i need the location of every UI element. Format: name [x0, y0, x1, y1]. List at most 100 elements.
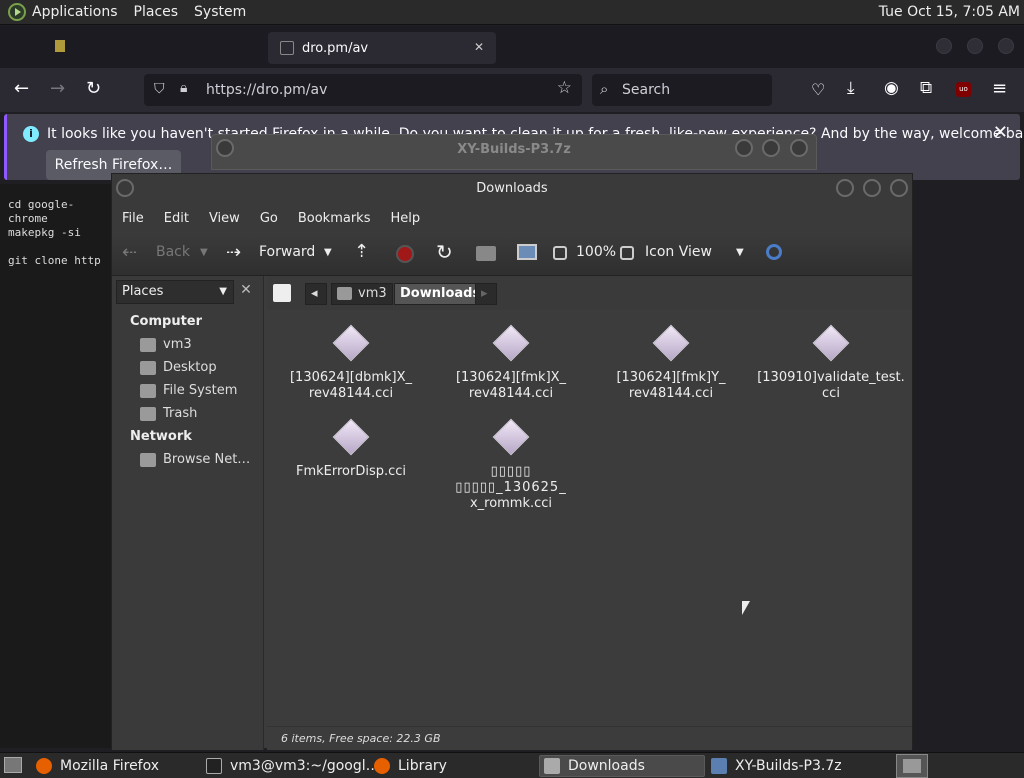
- up-arrow-icon[interactable]: ⇡: [354, 241, 369, 262]
- url-bar[interactable]: ⛉ 🔒︎ https://dro.pm/av ☆: [144, 74, 582, 106]
- bookmark-star-icon[interactable]: ☆: [557, 78, 572, 98]
- sidebar-item-trash[interactable]: Trash: [140, 406, 197, 421]
- menu-go[interactable]: Go: [260, 211, 278, 226]
- lock-icon[interactable]: 🔒︎: [180, 80, 187, 96]
- taskbar-item-downloads[interactable]: Downloads: [539, 755, 705, 777]
- sidebar-item-filesystem[interactable]: File System: [140, 383, 237, 398]
- zoom-in-icon[interactable]: [620, 246, 634, 260]
- stop-icon[interactable]: [396, 245, 414, 263]
- file-name: rev48144.cci: [628, 386, 714, 401]
- computer-icon[interactable]: [517, 244, 537, 260]
- close-window-icon[interactable]: [998, 38, 1014, 54]
- view-mode-select[interactable]: Icon View: [645, 244, 712, 260]
- mouse-cursor-icon: [742, 601, 750, 615]
- back-button[interactable]: Back: [156, 244, 190, 260]
- search-icon[interactable]: [766, 244, 782, 260]
- file-item[interactable]: [130624][fmk]X_ rev48144.cci: [436, 322, 586, 402]
- window-titlebar[interactable]: Downloads: [112, 174, 912, 204]
- file-item[interactable]: [130624][fmk]Y_ rev48144.cci: [596, 322, 746, 402]
- url-text[interactable]: https://dro.pm/av: [206, 82, 327, 98]
- file-name: cci: [822, 386, 840, 401]
- menu-hamburger-icon[interactable]: ≡: [992, 78, 1007, 99]
- zoom-level[interactable]: 100%: [576, 244, 616, 260]
- back-arrow-icon[interactable]: ⇠: [122, 242, 137, 263]
- xy-builds-window-titlebar[interactable]: XY-Builds-P3.7z: [211, 134, 817, 170]
- background-tab[interactable]: [55, 40, 235, 54]
- back-dropdown-icon[interactable]: ▼: [200, 247, 208, 258]
- home-folder-icon[interactable]: [476, 246, 496, 261]
- tab-dro-pm[interactable]: dro.pm/av ✕: [268, 32, 496, 64]
- status-text: 6 items, Free space: 22.3 GB: [281, 732, 441, 745]
- cci-file-icon: [812, 324, 850, 362]
- pocket-icon[interactable]: ♡: [811, 80, 825, 99]
- sidebar-item-browse-network[interactable]: Browse Net…: [140, 452, 250, 467]
- taskbar-item-xy-builds[interactable]: XY-Builds-P3.7z: [711, 755, 842, 777]
- path-left-arrow-icon[interactable]: ◂: [305, 283, 327, 305]
- downloads-icon[interactable]: ⤓: [847, 78, 855, 98]
- home-icon: [337, 287, 352, 300]
- sidebar-item-vm3[interactable]: vm3: [140, 337, 192, 352]
- search-bar[interactable]: ⌕ Search: [592, 74, 772, 106]
- window-menu-icon[interactable]: [216, 139, 234, 157]
- minimize-icon[interactable]: [936, 38, 952, 54]
- tab-close-icon[interactable]: ✕: [474, 40, 484, 54]
- taskbar-item-label: XY-Builds-P3.7z: [735, 758, 842, 774]
- menu-bookmarks[interactable]: Bookmarks: [298, 211, 371, 226]
- file-item[interactable]: [130910]validate_test. cci: [756, 322, 906, 402]
- sidebar-close-icon[interactable]: ✕: [236, 282, 256, 302]
- sidebar-type-select[interactable]: Places ▼: [116, 280, 234, 304]
- extensions-icon[interactable]: ⧉: [920, 78, 932, 98]
- applications-menu[interactable]: Applications: [32, 4, 118, 20]
- edit-location-icon[interactable]: [273, 284, 291, 302]
- maximize-icon[interactable]: [967, 38, 983, 54]
- menu-help[interactable]: Help: [390, 211, 420, 226]
- taskbar-item-firefox[interactable]: Mozilla Firefox: [36, 755, 159, 777]
- maximize-icon[interactable]: [863, 179, 881, 197]
- view-dropdown-icon[interactable]: ▼: [736, 247, 744, 258]
- reload-icon[interactable]: ↻: [436, 240, 453, 264]
- workspace-switcher[interactable]: [896, 754, 928, 778]
- forward-arrow-icon[interactable]: ⇢: [226, 242, 241, 263]
- ublock-icon[interactable]: uo: [956, 82, 971, 97]
- home-icon: [140, 337, 156, 352]
- notice-close-icon[interactable]: ✕: [993, 122, 1008, 143]
- maximize-icon[interactable]: [762, 139, 780, 157]
- sidebar-item-desktop[interactable]: Desktop: [140, 360, 217, 375]
- path-right-arrow-icon[interactable]: ▸: [475, 283, 497, 305]
- terminal-window[interactable]: cd google-chrome makepkg -si git clone h…: [0, 184, 112, 748]
- window-menu-icon[interactable]: [116, 179, 134, 197]
- show-desktop-icon[interactable]: [4, 757, 22, 773]
- minimize-icon[interactable]: [836, 179, 854, 197]
- forward-dropdown-icon[interactable]: ▼: [324, 247, 332, 258]
- search-icon: ⌕: [600, 80, 609, 98]
- file-item[interactable]: [130624][dbmk]X_ rev48144.cci: [276, 322, 426, 402]
- back-arrow-icon[interactable]: ←: [14, 78, 29, 99]
- reload-icon[interactable]: ↻: [86, 78, 101, 99]
- tab-favicon-icon: [55, 40, 65, 52]
- file-item[interactable]: FmkErrorDisp.cci: [276, 416, 426, 480]
- file-view[interactable]: [130624][dbmk]X_ rev48144.cci [130624][f…: [267, 310, 912, 724]
- forward-button[interactable]: Forward: [259, 244, 315, 260]
- path-button-downloads[interactable]: Downloads: [394, 283, 487, 305]
- taskbar-item-library[interactable]: Library: [374, 755, 447, 777]
- close-window-icon[interactable]: [790, 139, 808, 157]
- shield-icon[interactable]: ⛉: [154, 81, 165, 97]
- places-menu[interactable]: Places: [134, 4, 179, 20]
- desktop-folder-icon: [140, 360, 156, 375]
- terminal-icon: [206, 758, 222, 774]
- zoom-out-icon[interactable]: [553, 246, 567, 260]
- minimize-icon[interactable]: [735, 139, 753, 157]
- menu-file[interactable]: File: [122, 211, 144, 226]
- file-name: ▯▯▯▯▯_130625_: [455, 480, 567, 495]
- system-menu[interactable]: System: [194, 4, 246, 20]
- path-button-vm3[interactable]: vm3: [331, 283, 393, 305]
- close-window-icon[interactable]: [890, 179, 908, 197]
- taskbar-item-terminal[interactable]: vm3@vm3:~/googl…: [206, 755, 380, 777]
- forward-arrow-icon[interactable]: →: [50, 78, 65, 99]
- menu-view[interactable]: View: [209, 211, 240, 226]
- file-item[interactable]: ▯▯▯▯▯ ▯▯▯▯▯_130625_ x_rommk.cci: [436, 416, 586, 512]
- menu-edit[interactable]: Edit: [164, 211, 189, 226]
- account-icon[interactable]: ◉: [884, 78, 899, 98]
- clock[interactable]: Tue Oct 15, 7:05 AM: [879, 4, 1020, 20]
